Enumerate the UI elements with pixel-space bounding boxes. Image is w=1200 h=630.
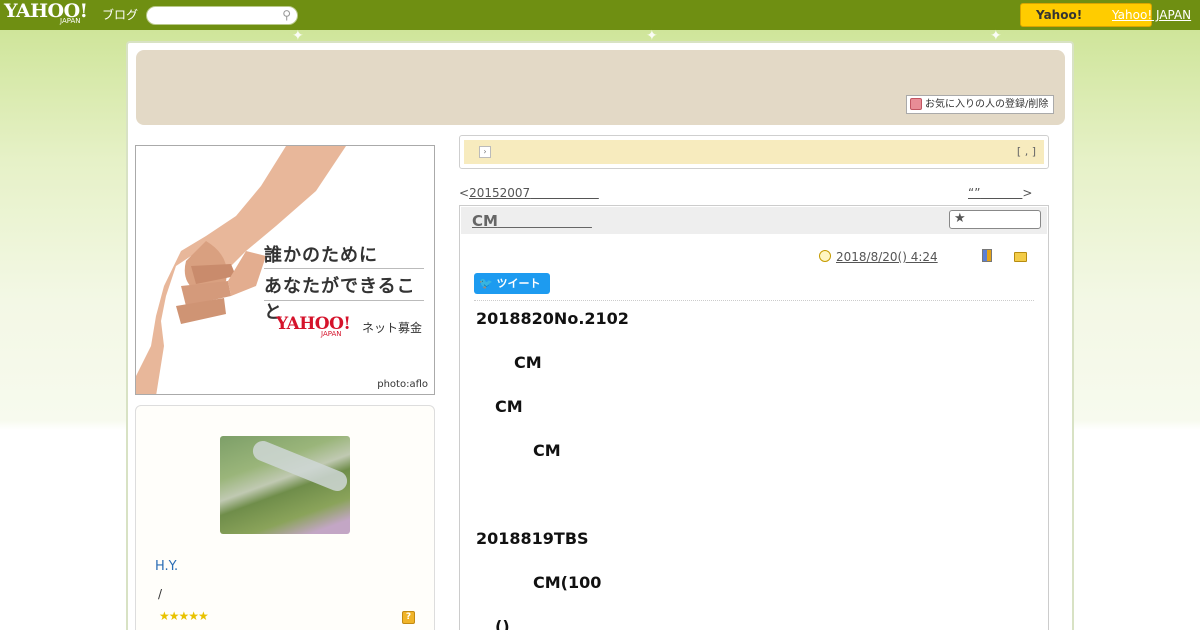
clock-icon: [819, 250, 831, 262]
next-arrow: >: [1022, 186, 1033, 200]
favorite-register-label: お気に入りの人の登録/削除: [925, 99, 1049, 110]
article-line: CM(100: [533, 573, 602, 592]
article-line: 2018819TBS: [476, 529, 589, 548]
profile-image[interactable]: [220, 436, 350, 534]
top-bar: YAHOO! JAPAN ブログ ⚲ Yahoo! Yahoo! JAPAN: [0, 0, 1200, 30]
next-article-link[interactable]: “”: [968, 186, 980, 200]
profile-image-stream: [249, 437, 350, 495]
banner-credit: photo:aflo: [377, 379, 428, 390]
article: CM ★ 2018/8/20() 4:24 🐦 ツイート 2018820No.2…: [459, 205, 1049, 630]
article-line: (): [495, 617, 510, 630]
banner-divider: [264, 300, 424, 301]
charity-banner[interactable]: 誰かのために あなたができること YAHOO! JAPAN ネット募金 phot…: [135, 145, 435, 395]
twitter-bird-icon: 🐦: [479, 277, 493, 290]
star-button[interactable]: ★: [949, 210, 1041, 229]
prev-arrow: <: [459, 186, 470, 200]
article-line: CM: [533, 441, 561, 460]
article-divider: [474, 300, 1034, 301]
tweet-button[interactable]: 🐦 ツイート: [474, 273, 550, 294]
banner-yahoo-logo-sub: JAPAN: [321, 330, 342, 338]
tweet-label: ツイート: [496, 277, 541, 290]
yahoo-japan-link[interactable]: Yahoo! JAPAN: [1112, 8, 1191, 22]
heart-icon: [910, 98, 922, 110]
profile-stars-icon: ★★★★★: [159, 609, 209, 623]
article-date[interactable]: 2018/8/20() 4:24: [836, 250, 938, 264]
notice-text: [ , ]: [1016, 145, 1036, 158]
book-icon[interactable]: [982, 249, 992, 262]
notice-arrow-icon[interactable]: ›: [479, 146, 491, 158]
article-line: 2018820No.2102: [476, 309, 629, 328]
prev-article-nav: <20152007: [459, 186, 599, 200]
profile-box: H.Y. / ★★★★★ ?: [135, 405, 435, 630]
star-icon: ★: [954, 211, 966, 226]
search-icon[interactable]: ⚲: [282, 8, 291, 22]
article-line: CM: [495, 397, 523, 416]
article-line: CM: [514, 353, 542, 372]
article-header: CM ★: [461, 207, 1047, 234]
next-article-nav: “” >: [968, 186, 1032, 200]
article-title[interactable]: CM: [472, 212, 592, 230]
notice-inner: › [ , ]: [464, 140, 1044, 164]
banner-divider: [264, 268, 424, 269]
profile-name[interactable]: H.Y.: [155, 559, 178, 574]
banner-line1: 誰かのために: [264, 245, 378, 266]
folder-icon[interactable]: [1014, 252, 1027, 262]
yahoo-logo-sub: JAPAN: [60, 17, 81, 25]
prev-article-link[interactable]: 20152007: [469, 186, 530, 200]
hands-illustration: [136, 146, 346, 394]
profile-slash: /: [158, 587, 163, 601]
help-icon[interactable]: ?: [402, 611, 415, 624]
favorite-register-button[interactable]: お気に入りの人の登録/削除: [906, 95, 1054, 114]
banner-service: ネット募金: [362, 321, 423, 335]
search-input[interactable]: ⚲: [146, 6, 298, 25]
blog-label[interactable]: ブログ: [102, 6, 138, 23]
notice-bar: › [ , ]: [459, 135, 1049, 169]
